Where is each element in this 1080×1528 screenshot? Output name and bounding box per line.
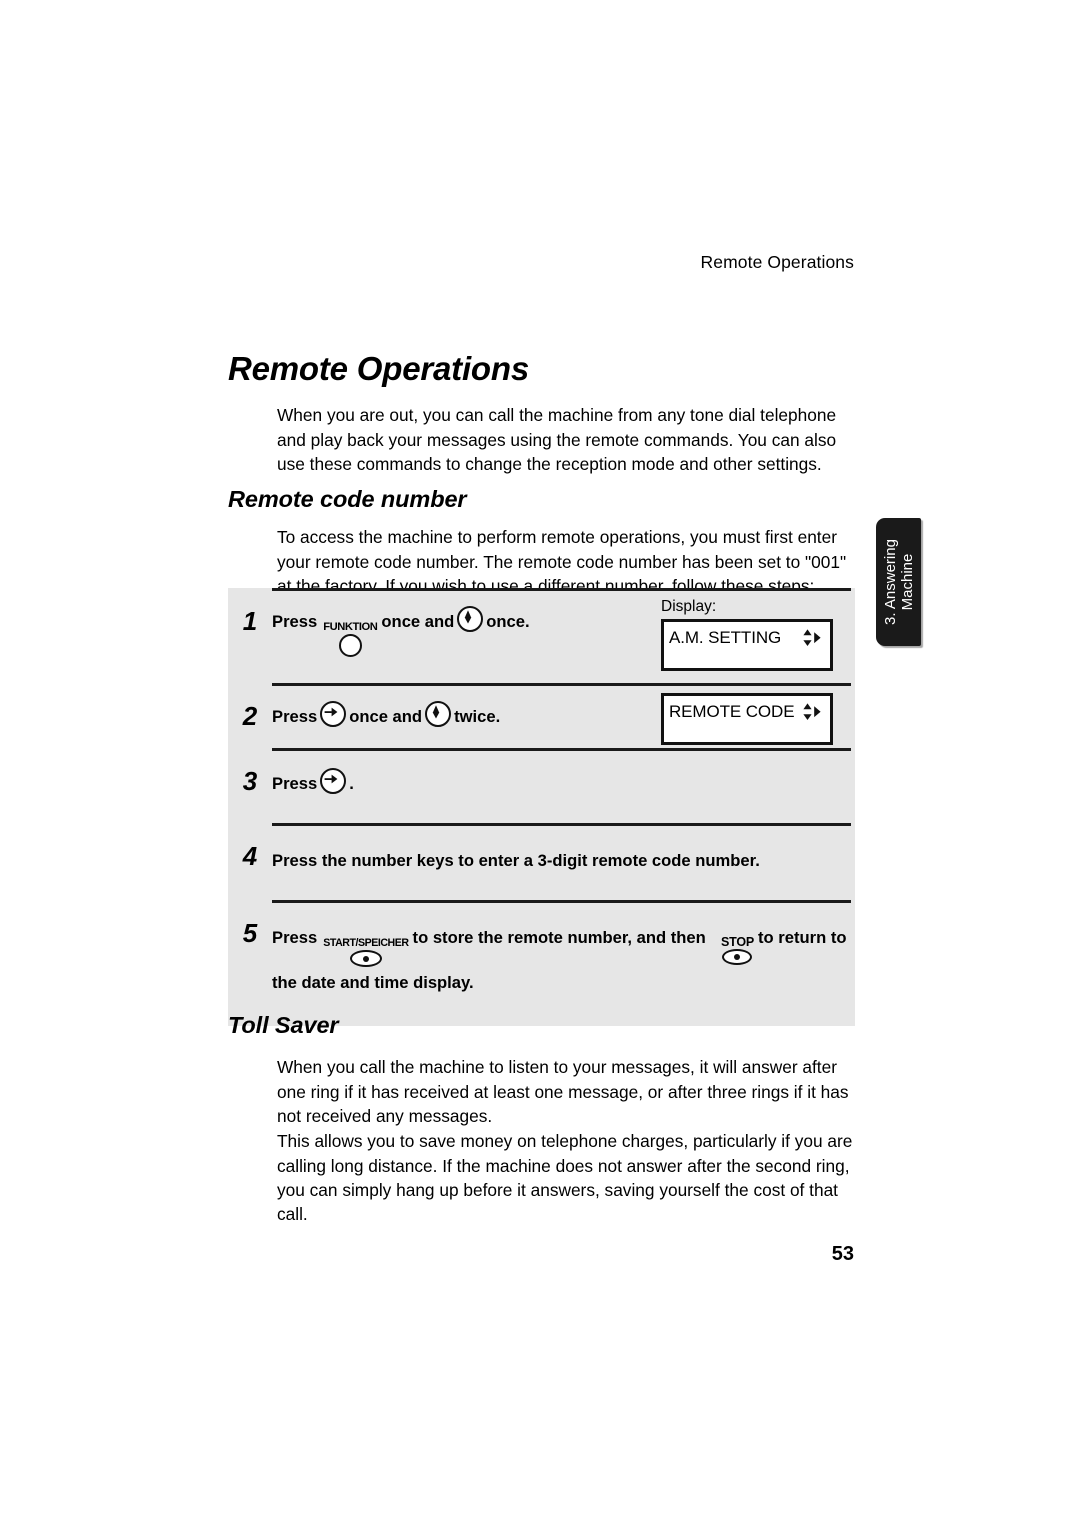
start-speicher-key-label: START/SPEICHER: [323, 937, 409, 949]
manual-page: Remote Operations Remote Operations When…: [0, 0, 1080, 1528]
step-number: 5: [242, 918, 258, 948]
down-arrow-key-icon[interactable]: [457, 606, 484, 632]
step-text-mid: once and: [349, 707, 423, 726]
section-heading-toll-saver: Toll Saver: [228, 1011, 339, 1038]
stop-key-icon[interactable]: STOP: [720, 935, 754, 965]
lcd-text: A.M. SETTING: [669, 628, 782, 647]
step-instruction: Press once and twice.: [272, 701, 655, 732]
display-label: Display:: [661, 598, 717, 615]
step-number: 3: [242, 766, 258, 796]
funktion-key-button: [338, 634, 362, 657]
step-number: 4: [242, 841, 258, 871]
step-instruction: Press.: [272, 768, 855, 799]
right-arrow-key-icon[interactable]: [320, 768, 347, 794]
lcd-arrow-indicators: [801, 701, 823, 723]
step-row: 2 Press once and twice. REMOTE CODE: [228, 683, 855, 748]
chapter-side-tab: 3. Answering Machine: [876, 518, 921, 646]
step-instruction: Press FUNKTION once and once.: [272, 606, 655, 657]
stop-key-label: STOP: [720, 935, 754, 949]
step-row: 1 Press FUNKTION once and once. Display: A.…: [228, 588, 855, 683]
display-column: Display: A.M. SETTING: [655, 588, 855, 671]
start-speicher-key-button: [349, 950, 382, 967]
down-arrow-key-icon[interactable]: [425, 701, 452, 727]
step-text-before: Press: [272, 707, 318, 726]
display-column: REMOTE CODE: [655, 683, 855, 745]
lcd-display: A.M. SETTING: [661, 619, 833, 671]
funktion-key-icon[interactable]: FUNKTION: [323, 621, 378, 657]
step-body: Press START/SPEICHER to store the remote n…: [272, 900, 855, 1026]
step-body: Press once and twice.: [272, 683, 655, 748]
steps-table: 1 Press FUNKTION once and once. Display: A.…: [228, 588, 855, 1026]
side-tab-line-1: 3. Answering: [881, 539, 899, 625]
step-body: Press.: [272, 748, 855, 823]
step-text-after: once.: [486, 612, 530, 631]
step-text-before: Press: [272, 612, 318, 631]
start-speicher-key-icon[interactable]: START/SPEICHER: [323, 937, 409, 967]
step-text-after: .: [349, 774, 354, 793]
side-tab-line-2: Machine: [898, 553, 916, 611]
intro-paragraph-block: When you are out, you can call the machi…: [277, 386, 855, 493]
chapter-side-tab-text: 3. Answering Machine: [882, 518, 916, 646]
intro-paragraph: When you are out, you can call the machi…: [277, 405, 837, 474]
step-body: Press FUNKTION once and once.: [272, 588, 655, 683]
step-row: 4 Press the number keys to enter a 3-dig…: [228, 823, 855, 900]
page-number: 53: [831, 1243, 854, 1265]
toll-saver-paragraph-2: This allows you to save money on telepho…: [277, 1131, 853, 1224]
step-number: 1: [242, 606, 258, 636]
lcd-text: REMOTE CODE: [669, 702, 795, 721]
step-row: 5 Press START/SPEICHER to store the remote…: [228, 900, 855, 1026]
funktion-key-label: FUNKTION: [323, 621, 378, 633]
step-text-after: twice.: [454, 707, 501, 726]
step-number: 2: [242, 701, 258, 731]
step-text-mid: to store the remote number, and then: [412, 928, 706, 947]
right-arrow-key-icon[interactable]: [320, 701, 347, 727]
step-body: Press the number keys to enter a 3-digit…: [272, 823, 855, 900]
remote-code-paragraph: To access the machine to perform remote …: [277, 527, 847, 596]
running-header: Remote Operations: [700, 252, 854, 272]
page-title: Remote Operations: [228, 350, 529, 388]
step-text-mid: once and: [381, 612, 455, 631]
step-instruction: Press the number keys to enter a 3-digit…: [272, 851, 760, 870]
stop-key-button: [722, 949, 753, 965]
step-text-before: Press: [272, 928, 318, 947]
step-instruction: Press START/SPEICHER to store the remote n…: [272, 922, 855, 998]
lcd-arrow-indicators: [801, 627, 823, 649]
step-text-line-2: the date and time display.: [272, 973, 474, 992]
step-text-after: to return to: [758, 928, 847, 947]
toll-saver-paragraph-block-2: This allows you to save money on telepho…: [277, 1112, 855, 1243]
step-text-before: Press: [272, 774, 318, 793]
step-row: 3 Press.: [228, 748, 855, 823]
lcd-display: REMOTE CODE: [661, 693, 833, 745]
